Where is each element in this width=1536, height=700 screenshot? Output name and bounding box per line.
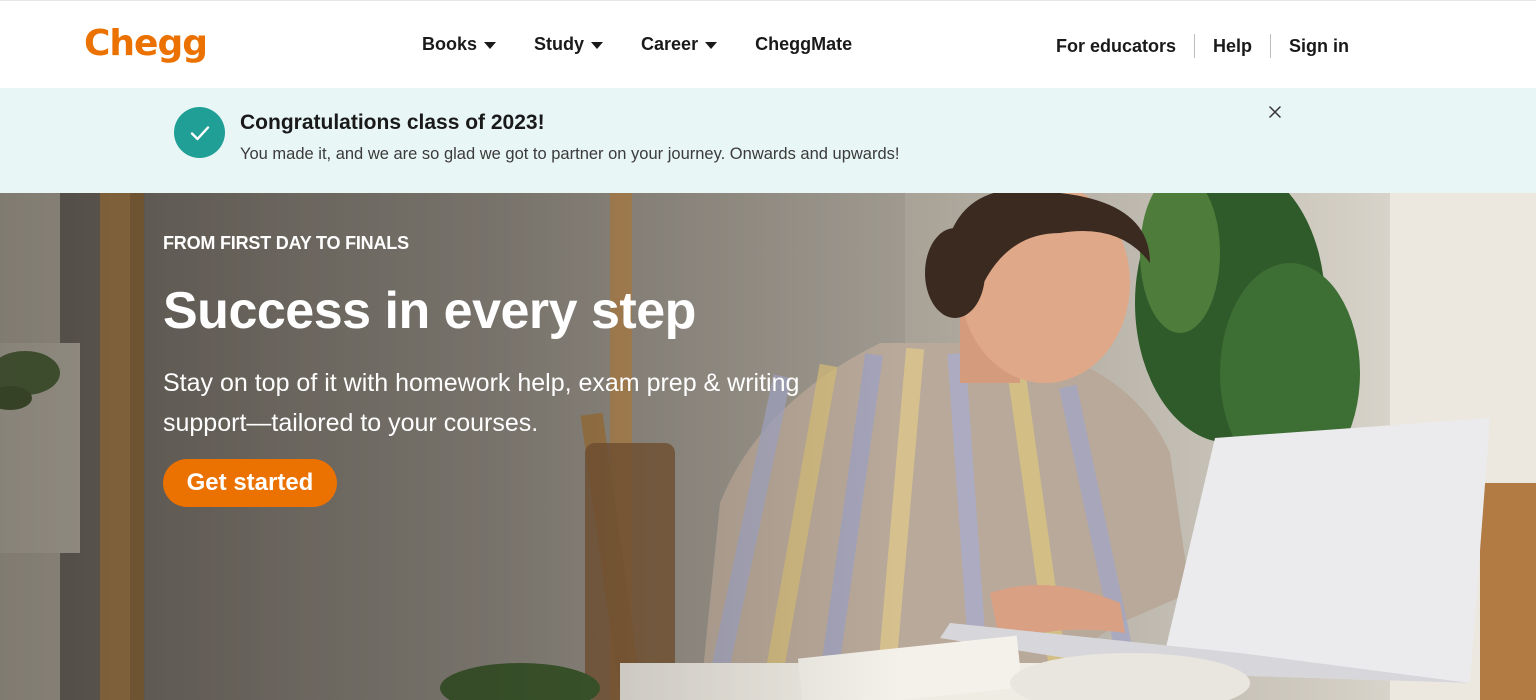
nav-cheggmate[interactable]: CheggMate <box>755 34 852 55</box>
banner-message: You made it, and we are so glad we got t… <box>240 145 900 163</box>
divider <box>1193 34 1195 58</box>
hero-subline: Stay on top of it with homework help, ex… <box>163 369 800 437</box>
help-link[interactable]: Help <box>1213 36 1252 57</box>
get-started-button[interactable]: Get started <box>163 459 337 507</box>
nav-books[interactable]: Books <box>422 34 497 55</box>
congrats-banner: Congratulations class of 2023! You made … <box>0 88 1536 193</box>
hero-headline: Success in every step <box>163 282 696 340</box>
caret-down-icon <box>484 42 497 49</box>
hero-overlay <box>0 193 900 700</box>
nav-study-label: Study <box>534 34 585 54</box>
nav-study[interactable]: Study <box>534 34 604 55</box>
utility-nav: For educators Help Sign in <box>1056 34 1349 58</box>
site-header: Chegg Books Study Career CheggMate For e… <box>0 0 1536 88</box>
main-nav: Books Study Career CheggMate <box>422 34 890 55</box>
check-icon <box>174 107 225 158</box>
sign-in-link[interactable]: Sign in <box>1289 36 1349 57</box>
close-icon[interactable] <box>1265 102 1285 122</box>
hero-eyebrow: FROM FIRST DAY TO FINALS <box>163 233 409 253</box>
nav-cheggmate-label: CheggMate <box>755 34 853 54</box>
for-educators-link[interactable]: For educators <box>1056 36 1176 57</box>
nav-books-label: Books <box>422 34 478 54</box>
banner-title: Congratulations class of 2023! <box>240 111 545 134</box>
divider <box>1270 34 1271 58</box>
hero-section: FROM FIRST DAY TO FINALS Success in ever… <box>0 193 1536 700</box>
caret-down-icon <box>591 42 604 49</box>
nav-career[interactable]: Career <box>641 34 718 55</box>
caret-down-icon <box>705 42 718 49</box>
nav-career-label: Career <box>641 34 699 54</box>
chegg-logo[interactable]: Chegg <box>84 23 208 64</box>
